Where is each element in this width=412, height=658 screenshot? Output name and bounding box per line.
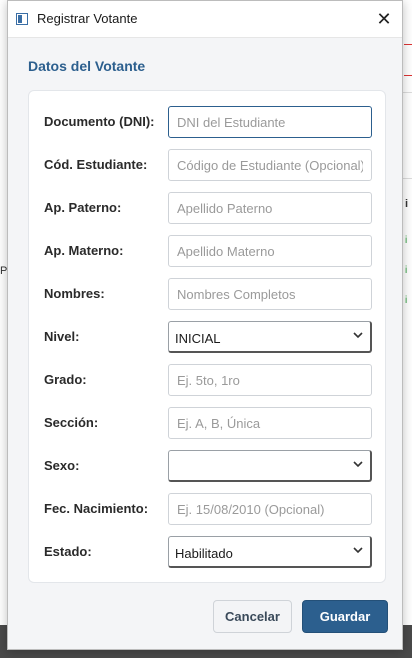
- background-header-fragment: i: [405, 198, 409, 210]
- form-row-level: Nivel: INICIAL: [29, 321, 385, 353]
- birth-date-input[interactable]: [168, 493, 372, 525]
- chevron-down-icon: [352, 328, 364, 344]
- form-row-section: Sección:: [29, 407, 385, 439]
- names-input[interactable]: [168, 278, 372, 310]
- form-row-sex: Sexo:: [29, 450, 385, 482]
- sex-select[interactable]: [168, 450, 372, 482]
- form-row-student-code: Cód. Estudiante:: [29, 149, 385, 181]
- form-row-status: Estado: Habilitado: [29, 536, 385, 568]
- register-voter-dialog: Registrar Votante ✕ Datos del Votante Do…: [7, 0, 403, 650]
- grade-input[interactable]: [168, 364, 372, 396]
- form-row-names: Nombres:: [29, 278, 385, 310]
- form-row-grade: Grado:: [29, 364, 385, 396]
- section-label: Sección:: [44, 415, 99, 430]
- window-app-icon: [16, 13, 28, 25]
- cancel-button[interactable]: Cancelar: [213, 600, 292, 633]
- form-row-dni: Documento (DNI):: [29, 106, 385, 138]
- paternal-surname-label: Ap. Paterno:: [44, 200, 122, 215]
- save-button[interactable]: Guardar: [302, 600, 388, 633]
- status-select[interactable]: Habilitado: [168, 536, 372, 568]
- voter-form: Documento (DNI): Cód. Estudiante: Ap. Pa…: [28, 90, 386, 583]
- section-title: Datos del Votante: [28, 58, 146, 74]
- student-code-label: Cód. Estudiante:: [44, 157, 148, 172]
- maternal-surname-label: Ap. Materno:: [44, 243, 124, 258]
- dni-input[interactable]: [168, 106, 372, 138]
- form-row-paternal-surname: Ap. Paterno:: [29, 192, 385, 224]
- names-label: Nombres:: [44, 286, 105, 301]
- background-error-banner: [404, 44, 412, 76]
- dni-label: Documento (DNI):: [44, 114, 155, 129]
- level-select[interactable]: INICIAL: [168, 321, 372, 353]
- form-row-maternal-surname: Ap. Materno:: [29, 235, 385, 267]
- background-status-fragment: i: [405, 265, 408, 276]
- background-status-fragment: i: [405, 295, 408, 306]
- form-row-birth-date: Fec. Nacimiento:: [29, 493, 385, 525]
- level-label: Nivel:: [44, 329, 80, 344]
- close-icon[interactable]: ✕: [366, 1, 402, 37]
- status-selected-value: Habilitado: [175, 546, 233, 561]
- grade-label: Grado:: [44, 372, 87, 387]
- level-selected-value: INICIAL: [175, 331, 221, 346]
- student-code-input[interactable]: [168, 149, 372, 181]
- maternal-surname-input[interactable]: [168, 235, 372, 267]
- birth-date-label: Fec. Nacimiento:: [44, 501, 149, 516]
- status-label: Estado:: [44, 544, 92, 559]
- sex-label: Sexo:: [44, 458, 80, 473]
- title-bar: Registrar Votante ✕: [8, 1, 402, 38]
- background-status-fragment: i: [405, 235, 408, 246]
- chevron-down-icon: [352, 457, 364, 473]
- paternal-surname-input[interactable]: [168, 192, 372, 224]
- chevron-down-icon: [352, 543, 364, 559]
- window-title: Registrar Votante: [37, 11, 138, 26]
- section-input[interactable]: [168, 407, 372, 439]
